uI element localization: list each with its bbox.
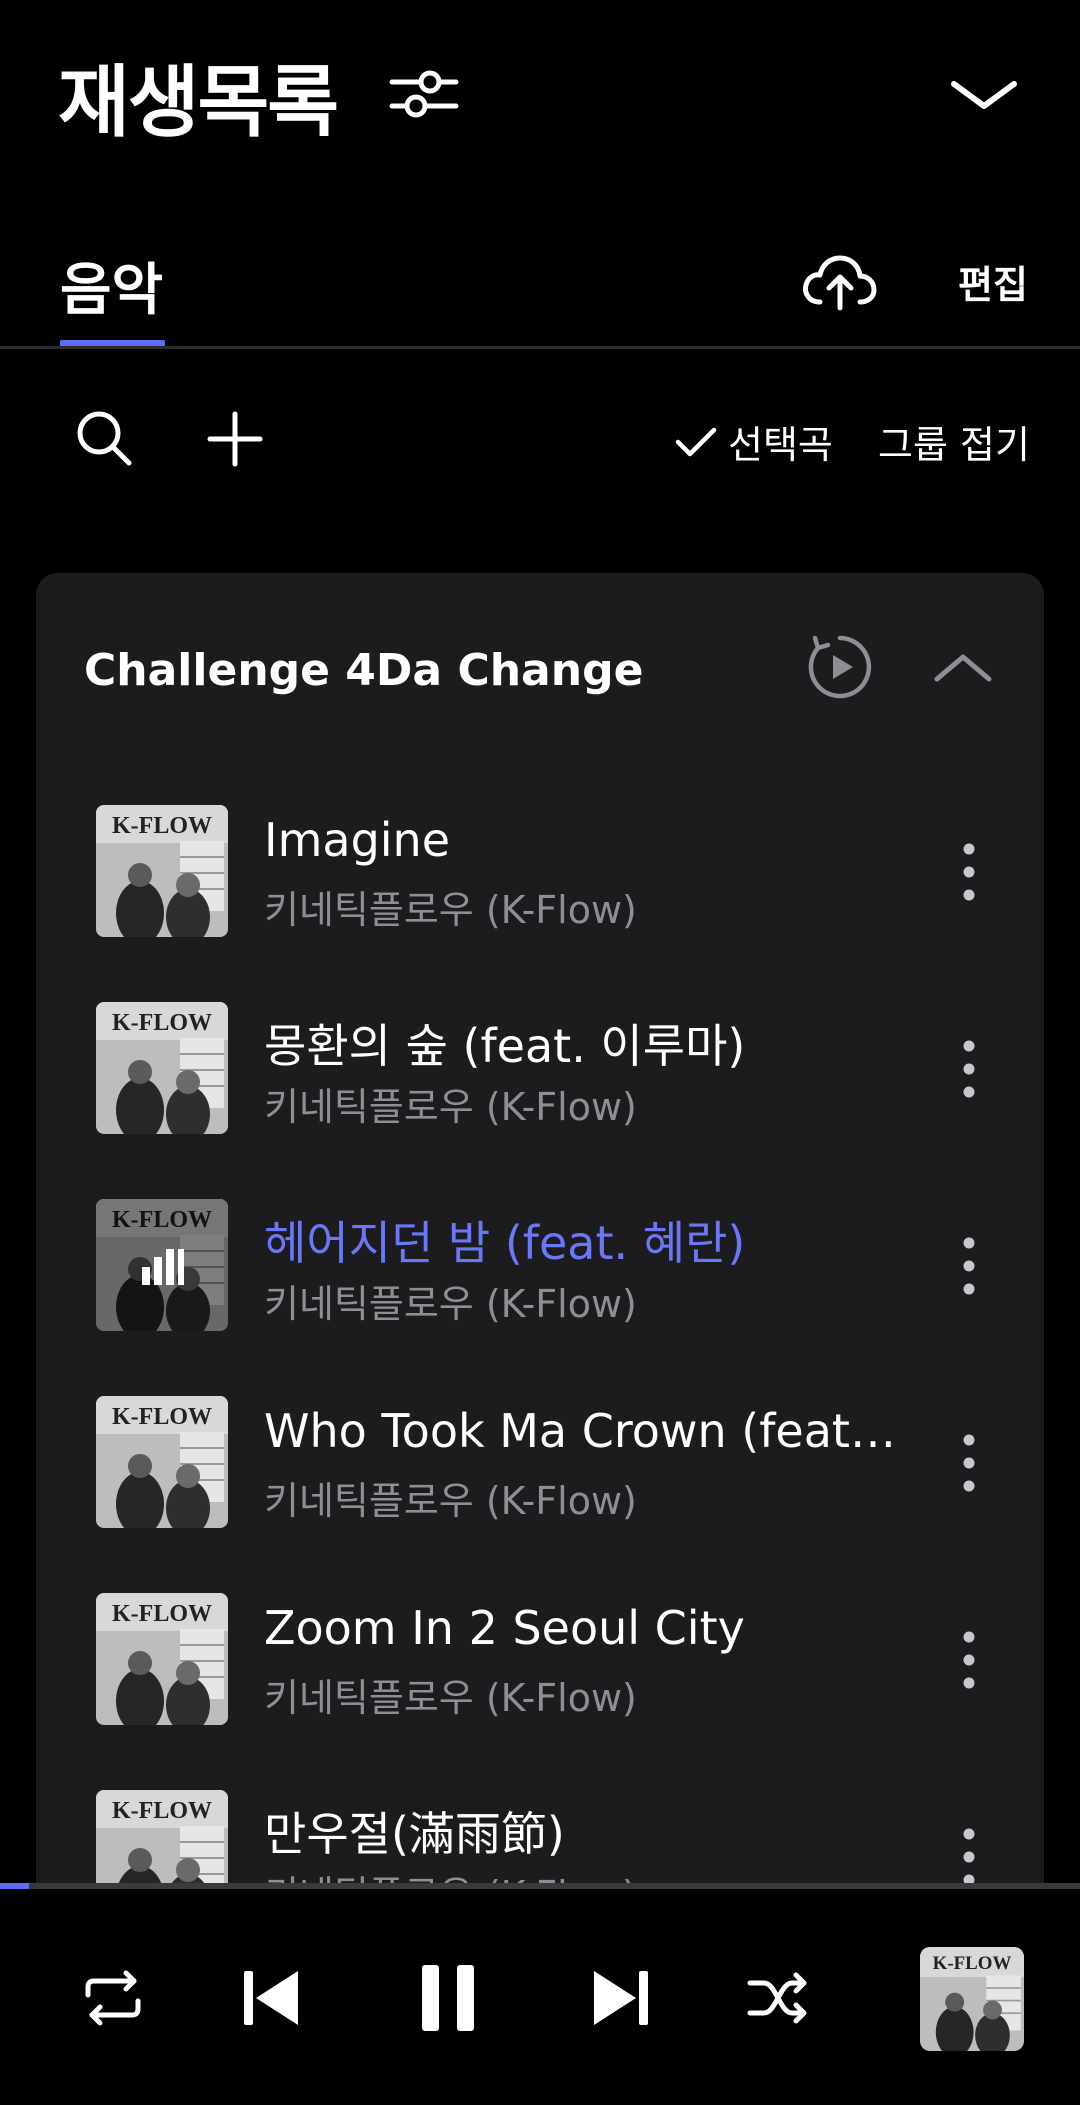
track-artist: 키네틱플로우 (K-Flow)	[264, 1282, 637, 1326]
search-icon[interactable]	[74, 408, 134, 468]
repeat-icon[interactable]	[80, 1969, 146, 2027]
svg-text:K-FLOW: K-FLOW	[112, 1404, 212, 1430]
track-title: 몽환의 숲 (feat. 이루마)	[264, 1019, 746, 1073]
playlist-screen: 재생목록 음악 편집 선택곡 그룹 접기 Challenge 4Da Chang…	[0, 0, 1080, 2105]
previous-track-icon[interactable]	[240, 1967, 302, 2029]
track-album-art: K-FLOW	[96, 1002, 228, 1134]
check-icon	[675, 427, 717, 456]
svg-text:K-FLOW: K-FLOW	[112, 1010, 212, 1036]
playlist-group-card: Challenge 4Da Change K-FLOW Imagine 키네틱플로우…	[36, 573, 1044, 1973]
svg-text:K-FLOW: K-FLOW	[933, 1953, 1012, 1974]
track-artist: 키네틱플로우 (K-Flow)	[264, 1676, 637, 1720]
more-options-icon[interactable]	[954, 1629, 984, 1691]
track-album-art: K-FLOW	[96, 1593, 228, 1725]
more-options-icon[interactable]	[954, 1826, 984, 1888]
track-row[interactable]: K-FLOW Who Took Ma Crown (feat.... 키네틱플로우 …	[36, 1396, 1044, 1536]
select-tracks-label: 선택곡	[728, 423, 833, 467]
album-art-icon: K-FLOW	[96, 1593, 228, 1725]
track-row[interactable]: K-FLOW Zoom In 2 Seoul City 키네틱플로우 (K-Flow…	[36, 1593, 1044, 1733]
more-options-icon[interactable]	[954, 1235, 984, 1297]
track-album-art: K-FLOW	[96, 1396, 228, 1528]
track-row[interactable]: K-FLOW Imagine 키네틱플로우 (K-Flow)	[36, 805, 1044, 945]
next-track-icon[interactable]	[590, 1967, 652, 2029]
group-title: Challenge 4Da Change	[84, 645, 644, 696]
track-album-art: K-FLOW	[96, 805, 228, 937]
chevron-down-icon[interactable]	[948, 76, 1020, 116]
player-controls: K-FLOW	[0, 1889, 1080, 2105]
album-art-icon: K-FLOW	[920, 1947, 1024, 2051]
track-row[interactable]: K-FLOW 몽환의 숲 (feat. 이루마) 키네틱플로우 (K-Flow)	[36, 1002, 1044, 1142]
add-icon[interactable]	[206, 410, 264, 468]
svg-text:K-FLOW: K-FLOW	[112, 1601, 212, 1627]
track-artist: 키네틱플로우 (K-Flow)	[264, 1085, 637, 1129]
track-title: 만우절(滿雨節)	[264, 1807, 565, 1861]
track-artist: 키네틱플로우 (K-Flow)	[264, 1479, 637, 1523]
album-art-icon: K-FLOW	[96, 1396, 228, 1528]
track-title: Imagine	[264, 813, 450, 867]
album-art-icon: K-FLOW	[96, 1002, 228, 1134]
svg-text:K-FLOW: K-FLOW	[112, 813, 212, 839]
track-album-art: K-FLOW	[96, 1199, 228, 1331]
play-group-icon[interactable]	[806, 633, 874, 701]
album-art-icon: K-FLOW	[96, 805, 228, 937]
tab-music[interactable]: 음악	[60, 245, 163, 326]
chevron-up-icon[interactable]	[932, 647, 994, 687]
track-title: 헤어지던 밤 (feat. 혜란)	[264, 1216, 746, 1270]
track-artist: 키네틱플로우 (K-Flow)	[264, 888, 637, 932]
now-playing-album-art[interactable]: K-FLOW	[920, 1947, 1024, 2051]
fold-groups-button[interactable]: 그룹 접기	[878, 414, 1030, 469]
pause-icon[interactable]	[418, 1963, 478, 2033]
cloud-upload-icon[interactable]	[800, 252, 878, 312]
track-title: Zoom In 2 Seoul City	[264, 1601, 745, 1655]
tab-divider	[0, 346, 1080, 349]
track-row[interactable]: K-FLOW 헤어지던 밤 (feat. 혜란) 키네틱플로우 (K-Flow)	[36, 1199, 1044, 1339]
select-tracks-button[interactable]: 선택곡	[674, 414, 833, 469]
toolbar: 선택곡 그룹 접기	[0, 400, 1080, 480]
track-title: Who Took Ma Crown (feat....	[264, 1404, 904, 1458]
header: 재생목록	[0, 0, 1080, 190]
tab-bar: 음악 편집	[0, 240, 1080, 349]
shuffle-icon[interactable]	[746, 1969, 810, 2027]
svg-text:K-FLOW: K-FLOW	[112, 1798, 212, 1824]
page-title: 재생목록	[58, 58, 339, 148]
sliders-icon[interactable]	[388, 64, 460, 124]
more-options-icon[interactable]	[954, 841, 984, 903]
now-playing-equalizer-icon	[142, 1249, 184, 1285]
more-options-icon[interactable]	[954, 1432, 984, 1494]
edit-button[interactable]: 편집	[958, 254, 1028, 309]
more-options-icon[interactable]	[954, 1038, 984, 1100]
